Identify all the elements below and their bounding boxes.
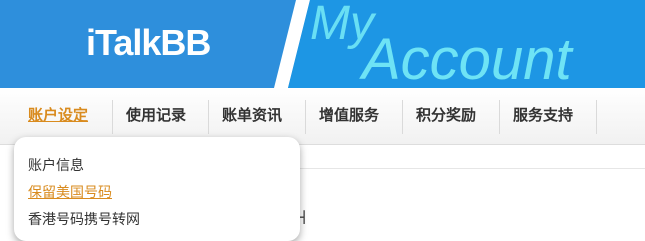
nav-divider: [596, 100, 597, 134]
account-label: Account: [362, 27, 572, 88]
brand-logo[interactable]: iTalkBB: [86, 22, 211, 64]
nav-divider: [499, 100, 500, 134]
nav-usage-records[interactable]: 使用记录: [126, 88, 186, 144]
content-divider: [300, 168, 645, 169]
dropdown-item-keep-us-number[interactable]: 保留美国号码: [28, 182, 112, 202]
nav-billing-info[interactable]: 账单资讯: [222, 88, 282, 144]
nav-divider: [402, 100, 403, 134]
nav-divider: [208, 100, 209, 134]
nav-divider: [305, 100, 306, 134]
nav-service-support[interactable]: 服务支持: [513, 88, 573, 144]
nav-value-added-services[interactable]: 增值服务: [319, 88, 379, 144]
nav-divider: [112, 100, 113, 134]
header-banner: iTalkBB My Account: [0, 0, 645, 88]
account-settings-dropdown: 账户信息 保留美国号码 香港号码携号转网: [14, 137, 300, 241]
dropdown-item-account-info[interactable]: 账户信息: [28, 155, 84, 175]
dropdown-item-hk-number-port[interactable]: 香港号码携号转网: [28, 209, 140, 229]
nav-points-rewards[interactable]: 积分奖励: [416, 88, 476, 144]
nav-account-settings[interactable]: 账户设定: [28, 88, 88, 144]
